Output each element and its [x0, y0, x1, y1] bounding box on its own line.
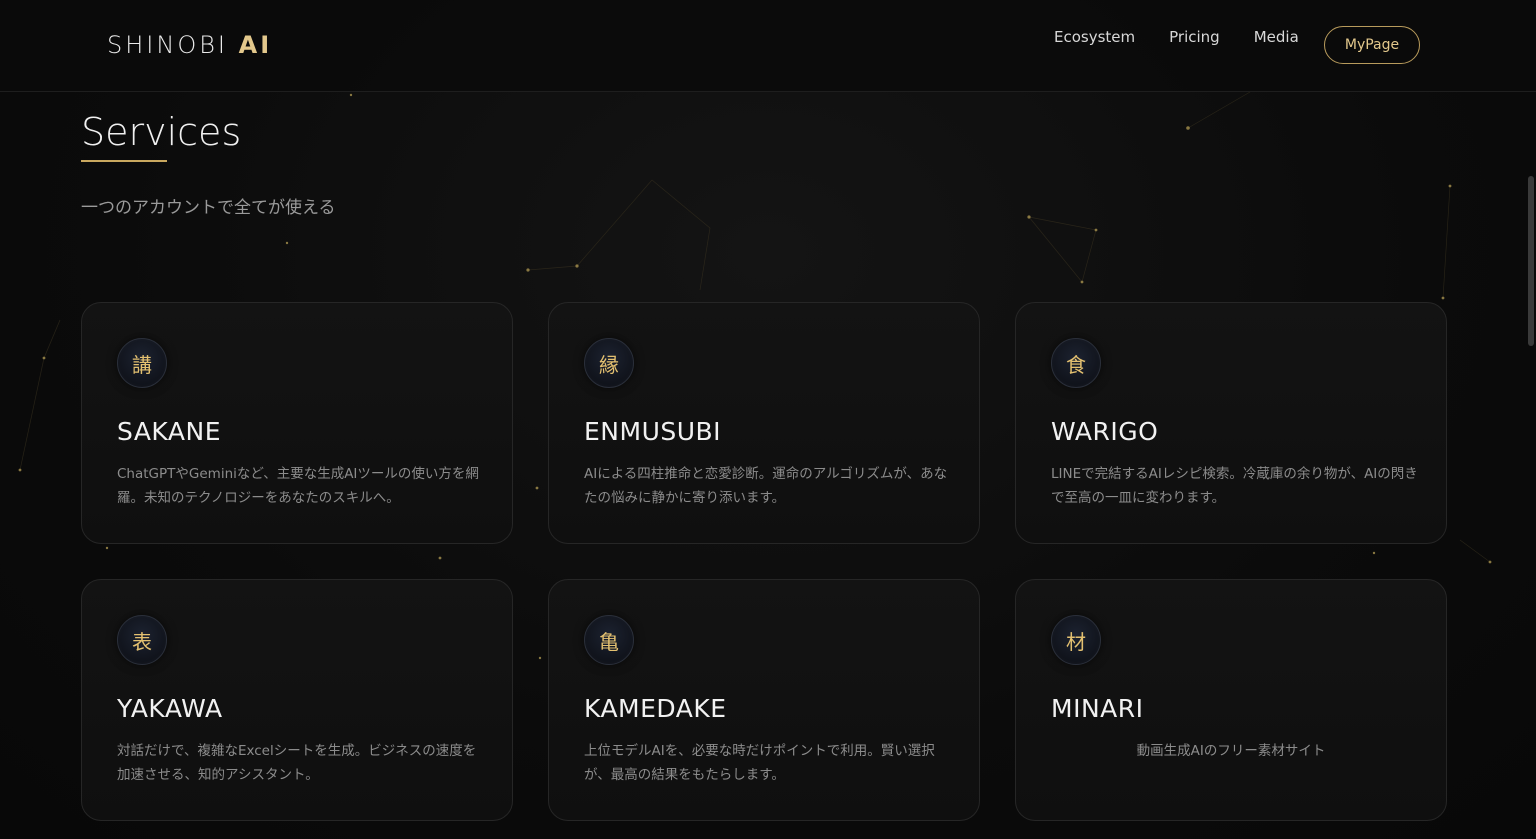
page: SHINOBI AI Ecosystem Pricing Media MyPag… [0, 0, 1536, 839]
card-title: ENMUSUBI [584, 417, 722, 446]
card-description: AIによる四柱推命と恋愛診断。運命のアルゴリズムが、あなたの悩みに静かに寄り添い… [584, 466, 948, 506]
logo-text: SHINOBI [107, 31, 239, 59]
nav-link-pricing[interactable]: Pricing [1169, 27, 1220, 47]
site-logo[interactable]: SHINOBI AI [107, 31, 272, 59]
service-card-minari[interactable]: 材 MINARI 動画生成AIのフリー素材サイト [1015, 579, 1447, 821]
top-header: SHINOBI AI Ecosystem Pricing Media MyPag… [0, 0, 1536, 92]
scrollbar-thumb[interactable] [1528, 176, 1534, 346]
kanji-icon: 講 [117, 338, 167, 388]
service-card-enmusubi[interactable]: 縁 ENMUSUBI AIによる四柱推命と恋愛診断。運命のアルゴリズムが、あなた… [548, 302, 980, 544]
kanji-icon: 食 [1051, 338, 1101, 388]
card-description: 動画生成AIのフリー素材サイト [1136, 743, 1326, 759]
kanji-icon: 縁 [584, 338, 634, 388]
mypage-button[interactable]: MyPage [1324, 26, 1420, 64]
card-title: MINARI [1051, 694, 1144, 723]
card-title: KAMEDAKE [584, 694, 727, 723]
card-description: 上位モデルAIを、必要な時だけポイントで利用。賢い選択が、最高の結果をもたらしま… [584, 743, 935, 783]
service-card-kamedake[interactable]: 亀 KAMEDAKE 上位モデルAIを、必要な時だけポイントで利用。賢い選択が、… [548, 579, 980, 821]
service-card-warigo[interactable]: 食 WARIGO LINEで完結するAIレシピ検索。冷蔵庫の余り物が、AIの閃き… [1015, 302, 1447, 544]
card-title: SAKANE [117, 417, 221, 446]
card-title: WARIGO [1051, 417, 1159, 446]
section-subtitle: 一つのアカウントで全てが使える [81, 198, 336, 218]
nav-link-media[interactable]: Media [1254, 27, 1299, 47]
kanji-icon: 表 [117, 615, 167, 665]
logo-accent-text: AI [238, 31, 273, 59]
kanji-icon: 亀 [584, 615, 634, 665]
service-card-yakawa[interactable]: 表 YAKAWA 対話だけで、複雑なExcelシートを生成。ビジネスの速度を加速… [81, 579, 513, 821]
nav-link-ecosystem[interactable]: Ecosystem [1054, 27, 1135, 47]
card-description: ChatGPTやGeminiなど、主要な生成AIツールの使い方を網羅。未知のテク… [117, 466, 479, 506]
section-title: Services [81, 110, 242, 154]
card-description: LINEで完結するAIレシピ検索。冷蔵庫の余り物が、AIの閃きで至高の一皿に変わ… [1051, 466, 1418, 506]
main-nav: Ecosystem Pricing Media [1054, 27, 1333, 47]
service-card-sakane[interactable]: 講 SAKANE ChatGPTやGeminiなど、主要な生成AIツールの使い方… [81, 302, 513, 544]
kanji-icon: 材 [1051, 615, 1101, 665]
card-title: YAKAWA [117, 694, 223, 723]
card-description: 対話だけで、複雑なExcelシートを生成。ビジネスの速度を加速させる、知的アシス… [117, 743, 477, 783]
title-underline [81, 160, 167, 162]
